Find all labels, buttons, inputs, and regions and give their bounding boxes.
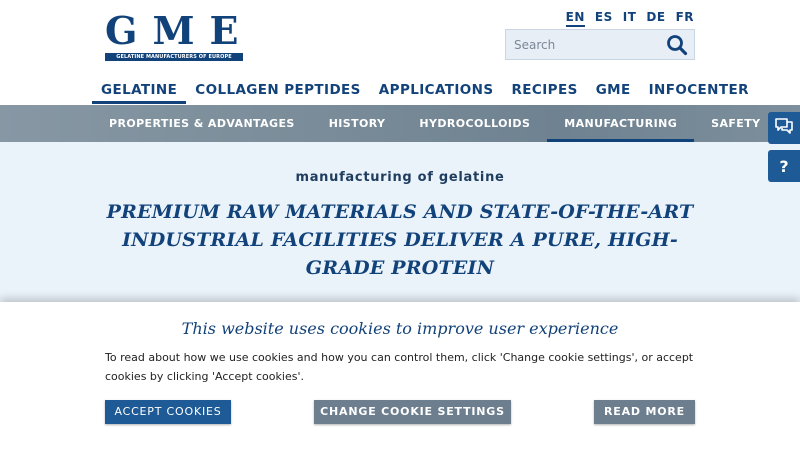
chat-icon (774, 117, 794, 139)
sub-nav-items: PROPERTIES & ADVANTAGES HISTORY HYDROCOL… (92, 105, 778, 142)
search-input[interactable] (506, 30, 656, 59)
nav-item-recipes[interactable]: RECIPES (503, 82, 587, 104)
subnav-item-manufacturing[interactable]: MANUFACTURING (547, 105, 695, 142)
language-fr[interactable]: FR (676, 10, 694, 27)
page: GME GELATINE MANUFACTURERS OF EUROPE EN … (0, 0, 800, 450)
read-more-button[interactable]: READ MORE (594, 400, 695, 424)
language-en[interactable]: EN (565, 10, 585, 27)
hero-eyebrow: manufacturing of gelatine (295, 170, 505, 185)
main-nav: GELATINE COLLAGEN PEPTIDES APPLICATIONS … (92, 82, 758, 104)
language-de[interactable]: DE (646, 10, 665, 27)
help-button[interactable]: ? (768, 150, 800, 182)
subnav-item-safety[interactable]: SAFETY (694, 105, 777, 142)
subnav-item-properties[interactable]: PROPERTIES & ADVANTAGES (92, 105, 312, 142)
nav-item-gelatine[interactable]: GELATINE (92, 82, 187, 104)
nav-item-gme[interactable]: GME (587, 82, 640, 104)
sub-nav: PROPERTIES & ADVANTAGES HISTORY HYDROCOL… (0, 105, 800, 142)
accept-cookies-button[interactable]: ACCEPT COOKIES (105, 400, 231, 424)
language-it[interactable]: IT (623, 10, 637, 27)
language-switcher: EN ES IT DE FR (565, 10, 694, 27)
nav-item-applications[interactable]: APPLICATIONS (370, 82, 503, 104)
hero-headline: PREMIUM RAW MATERIALS AND STATE-OF-THE-A… (106, 201, 694, 279)
subnav-item-history[interactable]: HISTORY (312, 105, 403, 142)
cookie-text: To read about how we use cookies and how… (105, 351, 694, 383)
question-icon: ? (779, 156, 789, 176)
subnav-item-hydrocolloids[interactable]: HYDROCOLLOIDS (402, 105, 547, 142)
search-icon[interactable] (666, 34, 688, 56)
search-box (505, 29, 695, 60)
language-es[interactable]: ES (595, 10, 613, 27)
nav-item-infocenter[interactable]: INFOCENTER (640, 82, 758, 104)
cookie-title: This website uses cookies to improve use… (181, 319, 619, 338)
hero-section: manufacturing of gelatine PREMIUM RAW MA… (0, 142, 800, 302)
logo-wordmark: GME (105, 8, 254, 53)
logo-tagline: GELATINE MANUFACTURERS OF EUROPE (105, 53, 243, 61)
nav-item-collagen-peptides[interactable]: COLLAGEN PEPTIDES (186, 82, 370, 104)
chat-button[interactable] (768, 112, 800, 144)
gme-logo[interactable]: GME GELATINE MANUFACTURERS OF EUROPE (105, 12, 243, 61)
change-cookie-settings-button[interactable]: CHANGE COOKIE SETTINGS (314, 400, 511, 424)
cookie-banner: This website uses cookies to improve use… (0, 302, 800, 450)
